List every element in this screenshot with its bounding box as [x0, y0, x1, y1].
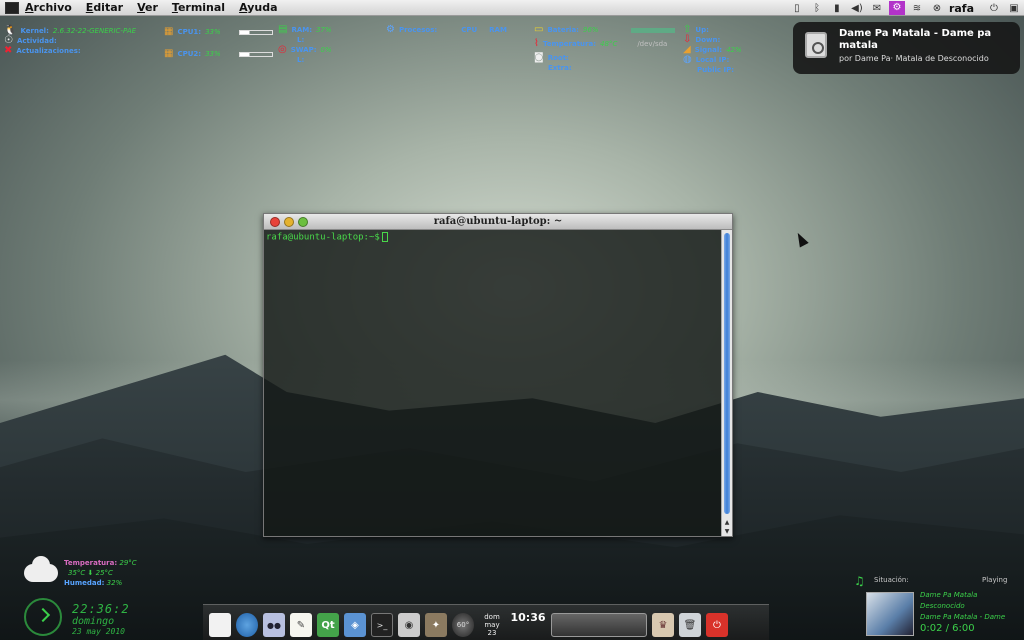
conky-cpu: ▦ CPU1: 33% ▦ CPU2: 33% — [164, 27, 273, 59]
battery-icon[interactable]: ▮ — [827, 3, 847, 14]
conky-processes: ⚙ Procesos: CPU RAM — [386, 24, 507, 35]
battery-level-icon: ▭ — [534, 24, 544, 35]
player-state: Playing — [982, 576, 1008, 584]
firefox-icon[interactable] — [236, 613, 258, 637]
volume-icon[interactable]: ◀) — [847, 3, 867, 14]
gimp-icon[interactable]: ✦ — [425, 613, 447, 637]
shutdown-icon[interactable]: ⏻ — [706, 613, 728, 637]
close-button[interactable] — [270, 216, 280, 227]
system-tray: ▯ ᛒ ▮ ◀) ✉ ⚙ ≋ ⊗ rafa ⏻ ▣ — [787, 0, 1024, 16]
notification-bubble[interactable]: Dame Pa Matala - Dame pa matala por Dame… — [793, 22, 1020, 74]
ram-icon: ▤ — [278, 24, 288, 35]
music-note-icon: ♫ — [854, 574, 865, 588]
phone-icon[interactable]: ▯ — [787, 3, 807, 14]
pidgin-icon[interactable]: ●● — [263, 613, 285, 637]
mouse-pointer-icon — [793, 230, 809, 248]
player-situation-label: Situación: — [874, 576, 909, 584]
menu-editar[interactable]: Editar — [86, 1, 123, 14]
clock-dial-icon — [24, 598, 62, 636]
terminal-app-icon[interactable] — [5, 1, 19, 14]
window-icon[interactable]: ▣ — [1004, 3, 1024, 14]
text-editor-icon[interactable]: ✎ — [290, 613, 312, 637]
scroll-down-arrow-icon[interactable]: ▼ — [722, 528, 732, 535]
top-menubar: Archivo Editar Ver Terminal Ayuda ▯ ᛒ ▮ … — [0, 0, 1024, 16]
cpu1-bar — [238, 29, 273, 35]
terminal-content[interactable]: rafa@ubuntu-laptop:~$ — [264, 230, 721, 536]
battery-bar — [630, 27, 675, 33]
player-track: Dame Pa Matala — [920, 591, 978, 599]
notification-body: por Dame Pa· Matala de Desconocido — [839, 54, 989, 63]
scrollbar-thumb[interactable] — [724, 233, 730, 514]
dock-time: 10:36 — [510, 610, 546, 624]
user-name[interactable]: rafa — [949, 2, 974, 15]
globe-icon: ◍ — [683, 54, 692, 65]
dock-date: dom may 23 — [484, 613, 500, 637]
menu-archivo[interactable]: Archivo — [25, 1, 72, 14]
conky-network: ⇧ Up: ⇩ Down: ◢ Signal: 42% ◍ Local IP: Publi… — [683, 24, 742, 75]
menu-ver[interactable]: Ver — [137, 1, 158, 14]
maximize-button[interactable] — [298, 216, 308, 227]
dock: ●● ✎ Qt ◈ >_ ◉ ✦ 60° dom may 23 10:36 ♛ 🗑… — [203, 604, 769, 640]
conky-memory: ▤ RAM: 37% L: ◎ SWAP: 0% L: — [278, 24, 332, 65]
thermometer-icon: ⌇ — [534, 38, 539, 49]
terminal-dock-icon[interactable]: >_ — [371, 613, 393, 637]
terminal-scrollbar[interactable]: ▲ ▼ — [721, 230, 732, 536]
desktop-clock: 22:36:2 domingo 23 may 2010 — [72, 602, 130, 636]
album-cover[interactable] — [866, 592, 914, 636]
gears-icon: ⚙ — [386, 24, 395, 35]
gear-icon[interactable]: ⚙ — [888, 1, 905, 15]
documents-icon[interactable] — [209, 613, 231, 637]
cpu2-bar — [238, 51, 273, 57]
cpu-icon: ▦ — [164, 48, 174, 59]
mail-icon[interactable]: ✉ — [867, 3, 887, 14]
terminal-window[interactable]: rafa@ubuntu-laptop: ~ rafa@ubuntu-laptop… — [263, 213, 733, 537]
virtualbox-icon[interactable]: ◈ — [344, 613, 366, 637]
player-position: 0:02 / 6:00 — [920, 623, 975, 634]
player-line3: Dame Pa Matala - Dame — [920, 613, 1006, 621]
qt-creator-icon[interactable]: Qt — [317, 613, 339, 637]
scroll-up-arrow-icon[interactable]: ▲ — [722, 519, 732, 526]
terminal-cursor — [381, 232, 388, 242]
user-icon[interactable]: ⊗ — [927, 3, 947, 14]
conky-system: 🐧 Kernel: 2.6.32-22-GENERIC-PAE ☉ Actividad… — [4, 25, 137, 56]
trash-icon[interactable]: 🗑 — [679, 613, 701, 637]
menu-terminal[interactable]: Terminal — [172, 1, 225, 14]
music-player-icon — [805, 32, 827, 58]
notification-title: Dame Pa Matala - Dame pa matala — [839, 28, 992, 51]
minimize-button[interactable] — [284, 216, 294, 227]
conky-power: ▭ Bateria: 96% ⌇ Temperatura: 48°C/dev/sda ◙… — [534, 25, 675, 73]
terminal-title: rafa@ubuntu-laptop: ~ — [433, 216, 563, 227]
updates-icon: ✖ — [4, 45, 13, 56]
cpu-icon: ▦ — [164, 26, 174, 37]
chef-icon[interactable]: ♛ — [652, 613, 674, 637]
terminal-prompt: rafa@ubuntu-laptop:~$ — [266, 232, 380, 243]
swap-icon: ◎ — [278, 44, 287, 55]
power-icon[interactable]: ⏻ — [984, 3, 1004, 14]
music-player-widget: ♫ Situación: Playing Dame Pa Matala Desc… — [850, 570, 1024, 640]
cloud-icon — [24, 556, 58, 582]
system-monitor-icon[interactable]: 60° — [452, 613, 474, 637]
wifi-icon[interactable]: ≋ — [907, 3, 927, 14]
disk-icon: ◙ — [534, 52, 544, 63]
window-switcher[interactable] — [551, 613, 647, 637]
bluetooth-icon[interactable]: ᛒ — [807, 3, 827, 14]
menu-ayuda[interactable]: Ayuda — [239, 1, 277, 14]
disk-utility-icon[interactable]: ◉ — [398, 613, 420, 637]
terminal-titlebar[interactable]: rafa@ubuntu-laptop: ~ — [264, 214, 732, 230]
player-artist: Desconocido — [920, 602, 965, 610]
